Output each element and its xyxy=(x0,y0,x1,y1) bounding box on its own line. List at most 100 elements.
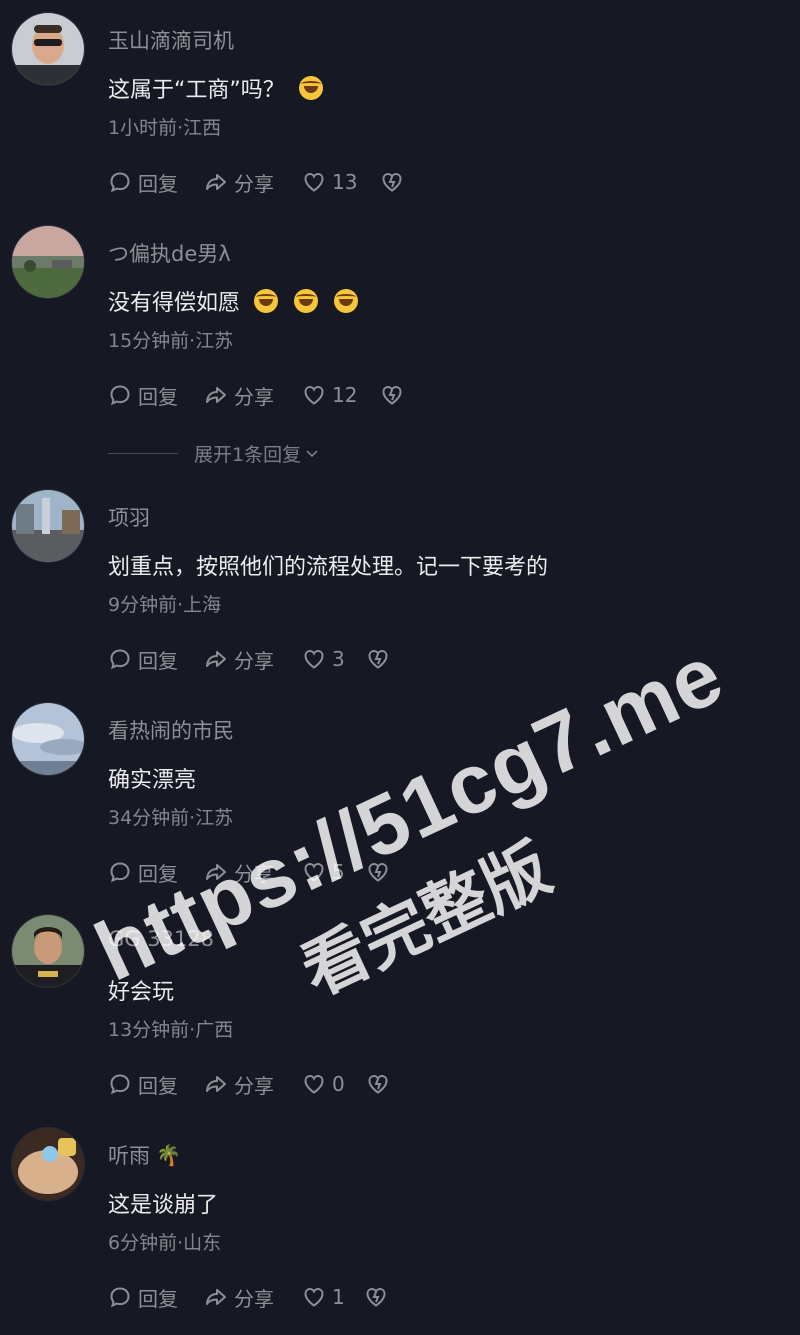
comment-text-content: 好会玩 xyxy=(108,980,175,1005)
username[interactable]: 玉山滴滴司机 xyxy=(108,25,234,55)
avatar[interactable] xyxy=(11,225,85,299)
comment-actions: 回复 分享 12 xyxy=(108,380,404,410)
comment-text-content: 没有得偿如愿 xyxy=(108,291,241,316)
like-count: 12 xyxy=(332,383,358,407)
like-count: 1 xyxy=(332,1285,345,1309)
broken-heart-icon xyxy=(368,1075,388,1094)
heart-icon xyxy=(304,173,324,192)
like-count: 13 xyxy=(332,170,358,194)
share-button[interactable]: 分享 xyxy=(204,381,302,410)
comment-actions: 回复 分享 1 xyxy=(108,1282,388,1312)
broken-heart-icon xyxy=(368,650,388,669)
avatar[interactable] xyxy=(11,12,85,86)
reply-label: 回复 xyxy=(138,648,178,673)
comment-meta: 9分钟前·上海 xyxy=(108,594,222,616)
comment-text: 划重点，按照他们的流程处理。记一下要考的 xyxy=(108,549,548,581)
share-icon xyxy=(206,1076,226,1092)
laughing-emoji-icon xyxy=(294,289,319,313)
share-icon xyxy=(206,651,226,667)
comment-text: 确实漂亮 xyxy=(108,762,196,794)
avatar[interactable] xyxy=(11,1127,85,1201)
like-button[interactable]: 5 xyxy=(302,860,366,884)
reply-icon xyxy=(110,1287,130,1308)
dislike-button[interactable] xyxy=(366,1072,390,1096)
comment-text: 好会玩 xyxy=(108,974,174,1006)
username[interactable]: 看热闹的市民 xyxy=(108,715,234,745)
dislike-button[interactable] xyxy=(364,1285,388,1309)
comment-meta: 15分钟前·江苏 xyxy=(108,330,234,352)
share-label: 分享 xyxy=(234,861,274,886)
share-label: 分享 xyxy=(234,1073,274,1098)
avatar[interactable] xyxy=(11,914,85,988)
like-button[interactable]: 12 xyxy=(302,383,380,407)
comment-meta: 1小时前·江西 xyxy=(108,117,222,139)
comment-text-content: 这属于“工商”吗？ xyxy=(108,78,285,103)
reply-icon xyxy=(110,649,130,670)
reply-icon xyxy=(110,1074,130,1095)
broken-heart-icon xyxy=(368,863,388,882)
reply-button[interactable]: 回复 xyxy=(108,1070,204,1099)
avatar[interactable] xyxy=(11,489,85,563)
heart-icon xyxy=(304,650,324,669)
heart-icon xyxy=(304,863,324,882)
username[interactable]: GG 33128 xyxy=(108,927,214,951)
like-button[interactable]: 0 xyxy=(302,1072,366,1096)
expand-replies-label: 展开1条回复 xyxy=(194,443,302,466)
like-count: 0 xyxy=(332,1072,345,1096)
comment-text: 这是谈崩了 xyxy=(108,1187,218,1219)
divider xyxy=(108,452,178,454)
reply-button[interactable]: 回复 xyxy=(108,168,204,197)
share-label: 分享 xyxy=(234,648,274,673)
reply-button[interactable]: 回复 xyxy=(108,381,204,410)
reply-label: 回复 xyxy=(138,171,178,196)
comment-meta: 34分钟前·江苏 xyxy=(108,807,234,829)
expand-replies-button[interactable]: 展开1条回复 xyxy=(108,440,319,466)
share-button[interactable]: 分享 xyxy=(204,645,302,674)
reply-button[interactable]: 回复 xyxy=(108,645,204,674)
reply-label: 回复 xyxy=(138,1073,178,1098)
reply-icon xyxy=(110,172,130,193)
share-icon xyxy=(206,1289,226,1305)
like-count: 3 xyxy=(332,647,345,671)
comment-meta: 13分钟前·广西 xyxy=(108,1019,234,1041)
like-button[interactable]: 1 xyxy=(302,1285,364,1309)
chevron-down-icon xyxy=(306,450,318,458)
like-button[interactable]: 13 xyxy=(302,170,380,194)
share-button[interactable]: 分享 xyxy=(204,1283,302,1312)
share-icon xyxy=(206,174,226,190)
share-icon xyxy=(206,864,226,880)
share-button[interactable]: 分享 xyxy=(204,168,302,197)
comment-text-content: 确实漂亮 xyxy=(108,768,197,793)
dislike-button[interactable] xyxy=(366,860,390,884)
dislike-button[interactable] xyxy=(380,383,404,407)
dislike-button[interactable] xyxy=(366,647,390,671)
share-button[interactable]: 分享 xyxy=(204,1070,302,1099)
like-count: 5 xyxy=(332,860,345,884)
username[interactable]: 听雨 🌴 xyxy=(108,1140,181,1170)
heart-icon xyxy=(304,1288,324,1307)
reply-icon xyxy=(110,385,130,406)
like-button[interactable]: 3 xyxy=(302,647,366,671)
username-text: 听雨 xyxy=(108,1144,150,1168)
reply-label: 回复 xyxy=(138,861,178,886)
laughing-emoji-icon xyxy=(254,289,279,313)
share-button[interactable]: 分享 xyxy=(204,858,302,887)
username[interactable]: 项羽 xyxy=(108,502,150,532)
comment-actions: 回复 分享 3 xyxy=(108,644,390,674)
palm-tree-icon: 🌴 xyxy=(156,1143,181,1167)
comment-meta: 6分钟前·山东 xyxy=(108,1232,222,1254)
avatar[interactable] xyxy=(11,702,85,776)
share-label: 分享 xyxy=(234,171,274,196)
heart-icon xyxy=(304,386,324,405)
comment-actions: 回复 分享 13 xyxy=(108,167,404,197)
reply-icon xyxy=(110,862,130,883)
comment-text-content: 这是谈崩了 xyxy=(108,1193,219,1218)
username[interactable]: つ偏执de男λ xyxy=(108,238,231,268)
comment-actions: 回复 分享 5 xyxy=(108,857,390,887)
dislike-button[interactable] xyxy=(380,170,404,194)
broken-heart-icon xyxy=(382,386,402,405)
share-label: 分享 xyxy=(234,384,274,409)
comment-actions: 回复 分享 0 xyxy=(108,1069,390,1099)
reply-button[interactable]: 回复 xyxy=(108,858,204,887)
reply-button[interactable]: 回复 xyxy=(108,1283,204,1312)
